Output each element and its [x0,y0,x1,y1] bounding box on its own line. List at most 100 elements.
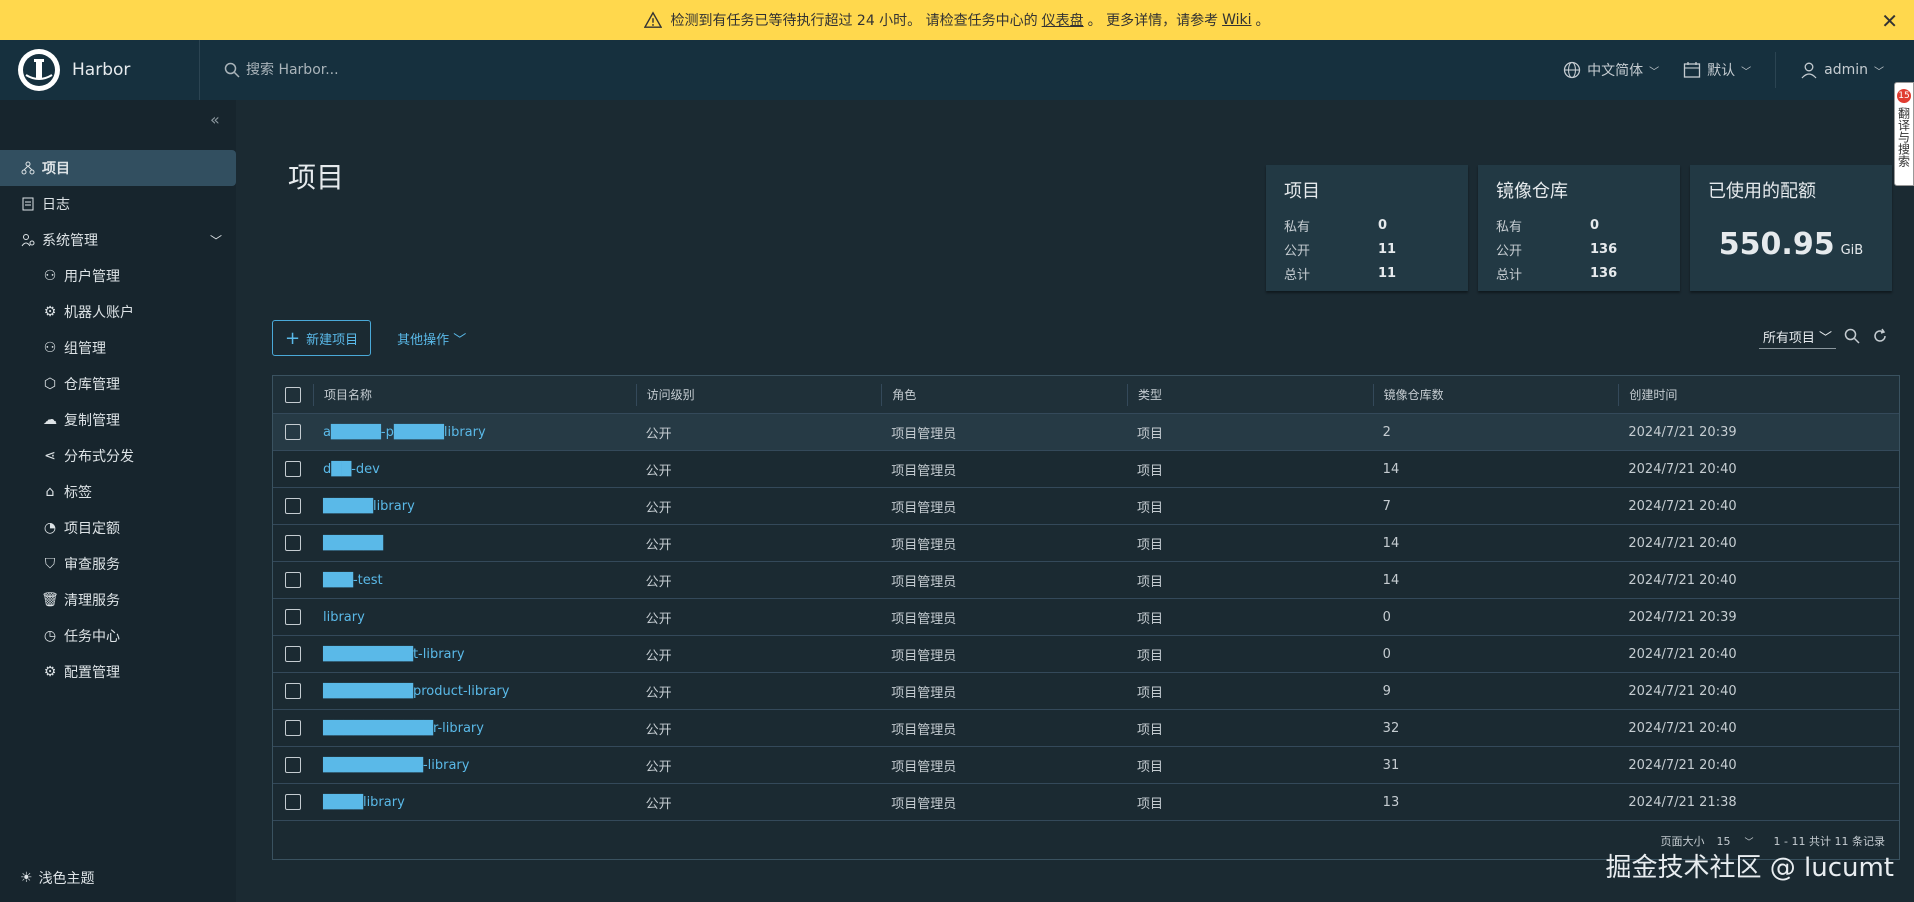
summary-cards: 项目 私有 0 公开 11 总计 11 镜像仓库 私有 0 公开 136 总计 136 已使… [1266,165,1902,291]
collapse-sidebar-icon[interactable]: « [210,110,220,129]
sidebar-item-groups[interactable]: ⚇ 组管理 [0,330,236,366]
project-name-link[interactable]: ███████████r-library [313,710,636,746]
table-row[interactable]: ███-test 公开 项目管理员 项目 14 2024/7/21 20:40 [273,562,1899,599]
project-name-link[interactable]: █████████t-library [313,636,636,672]
sidebar-item-interrogation-services[interactable]: ⛉ 审查服务 [0,546,236,582]
alert-message-post: 。 [1255,13,1270,29]
sidebar-item-job-service[interactable]: ◷ 任务中心 [0,618,236,654]
project-name-link[interactable]: █████████product-library [313,673,636,709]
table-row[interactable]: d██-dev 公开 项目管理员 项目 14 2024/7/21 20:40 [273,451,1899,488]
close-icon[interactable]: ✕ [1881,9,1898,33]
project-name-link[interactable]: d██-dev [313,451,636,487]
row-checkbox[interactable] [285,498,301,514]
user-menu[interactable]: admin ﹀ [1800,61,1884,79]
dashboard-icon: ◔ [43,520,57,536]
refresh-icon[interactable] [1872,328,1888,348]
column-header-creation-time[interactable]: 创建时间 [1618,383,1899,406]
project-filter-select[interactable]: 所有项目 ﹀ [1758,327,1836,349]
table-row[interactable]: █████████t-library 公开 项目管理员 项目 0 2024/7/… [273,636,1899,673]
light-theme-toggle[interactable]: ☀ 浅色主题 [20,868,95,888]
sidebar-item-project-quotas[interactable]: ◔ 项目定额 [0,510,236,546]
project-name-link[interactable]: a█████-p█████library [313,414,636,450]
private-label: 私有 [1284,219,1311,235]
alert-banner: 检测到有任务已等待执行超过 24 小时。 请检查任务中心的 仪表盘 。 更多详情… [0,0,1914,40]
new-project-button[interactable]: + 新建项目 [272,320,372,356]
page-size-select[interactable]: 15 ﹀ [1717,835,1754,848]
project-name-link[interactable]: ███-test [313,562,636,598]
type: 项目 [1136,463,1163,479]
gauge-icon: ◷ [43,628,57,644]
quota-unit: GiB [1840,243,1864,258]
sidebar-item-configuration[interactable]: ⚙ 配置管理 [0,654,236,690]
cloud-icon: ☁ [43,412,57,428]
table-row[interactable]: █████library 公开 项目管理员 项目 7 2024/7/21 20:… [273,488,1899,525]
row-checkbox[interactable] [285,720,301,736]
table-row[interactable]: ██████ 公开 项目管理员 项目 14 2024/7/21 20:40 [273,525,1899,562]
row-select-cell [273,488,313,524]
project-name-link[interactable]: ██████████-library [313,747,636,783]
project-name-link[interactable]: library [313,599,636,635]
sidebar-item-label: 配置管理 [64,665,120,681]
datetime-format-selector[interactable]: 默认 ﹀ [1683,60,1751,80]
row-checkbox[interactable] [285,683,301,699]
sidebar-item-logs[interactable]: 日志 [0,186,236,222]
access-level: 公开 [645,500,672,516]
sidebar-item-robot-accounts[interactable]: ⚙ 机器人账户 [0,294,236,330]
row-checkbox[interactable] [285,535,301,551]
cube-icon: ⬡ [43,376,57,392]
other-actions-dropdown[interactable]: 其他操作 ﹀ [397,329,466,348]
row-checkbox[interactable] [285,757,301,773]
quota-used: 550.95 GiB [1708,227,1874,262]
sidebar-item-users[interactable]: ⚇ 用户管理 [0,258,236,294]
table-row[interactable]: ███████████r-library 公开 项目管理员 项目 32 2024… [273,710,1899,747]
language-selector[interactable]: 中文简体 ﹀ [1563,60,1659,80]
column-header-type[interactable]: 类型 [1126,383,1373,406]
row-checkbox[interactable] [285,609,301,625]
wiki-link[interactable]: Wiki [1222,12,1251,28]
brand[interactable]: Harbor [0,40,200,100]
sidebar-item-registries[interactable]: ⬡ 仓库管理 [0,366,236,402]
sidebar-item-clean-up[interactable]: 🗑︎ 清理服务 [0,582,236,618]
repo-count: 13 [1382,794,1400,810]
alert-message-pre: 检测到有任务已等待执行超过 24 小时。 请检查任务中心的 [670,13,1038,29]
type: 项目 [1136,574,1163,590]
row-checkbox[interactable] [285,794,301,810]
table-row[interactable]: library 公开 项目管理员 项目 0 2024/7/21 20:39 [273,599,1899,636]
row-checkbox[interactable] [285,461,301,477]
role: 项目管理员 [891,463,957,479]
search-icon[interactable] [1844,328,1860,348]
sidebar-item-replications[interactable]: ☁ 复制管理 [0,402,236,438]
row-checkbox[interactable] [285,646,301,662]
search-input[interactable] [246,62,566,78]
table-row[interactable]: a█████-p█████library 公开 项目管理员 项目 2 2024/… [273,414,1899,451]
shield-icon: ⛉ [44,556,56,572]
sidebar-item-projects[interactable]: 项目 [0,150,236,186]
dashboard-link[interactable]: 仪表盘 [1042,10,1084,30]
table-row[interactable]: ██████████-library 公开 项目管理员 项目 31 2024/7… [273,747,1899,784]
column-header-role[interactable]: 角色 [881,383,1127,406]
project-name-link[interactable]: █████library [313,488,636,524]
type: 项目 [1136,722,1163,738]
sidebar-item-label: 仓库管理 [64,377,120,393]
sidebar-item-label: 分布式分发 [64,449,134,465]
chevron-down-icon[interactable]: ﹀ [210,232,222,249]
column-header-access-level[interactable]: 访问级别 [635,383,882,406]
sidebar-item-label: 组管理 [64,341,106,357]
sidebar-item-distributions[interactable]: ⋖ 分布式分发 [0,438,236,474]
row-checkbox[interactable] [285,424,301,440]
select-all-checkbox[interactable] [285,386,301,403]
global-search[interactable] [224,62,566,78]
column-header-name[interactable]: 项目名称 [312,383,636,406]
table-row[interactable]: █████████product-library 公开 项目管理员 项目 9 2… [273,673,1899,710]
row-checkbox[interactable] [285,572,301,588]
project-name-link[interactable]: ██████ [313,525,636,561]
chevron-down-icon: ﹀ [1741,66,1752,78]
table-row[interactable]: ████library 公开 项目管理员 项目 13 2024/7/21 21:… [273,784,1899,821]
access-level: 公开 [645,537,672,553]
project-name-link[interactable]: ████library [313,784,636,820]
sidebar-item-administration[interactable]: 系统管理 ﹀ [0,222,236,258]
sidebar-item-labels[interactable]: ⌂ 标签 [0,474,236,510]
row-select-cell [273,525,313,561]
column-header-repo-count[interactable]: 镜像仓库数 [1372,383,1619,406]
role: 项目管理员 [891,500,957,516]
